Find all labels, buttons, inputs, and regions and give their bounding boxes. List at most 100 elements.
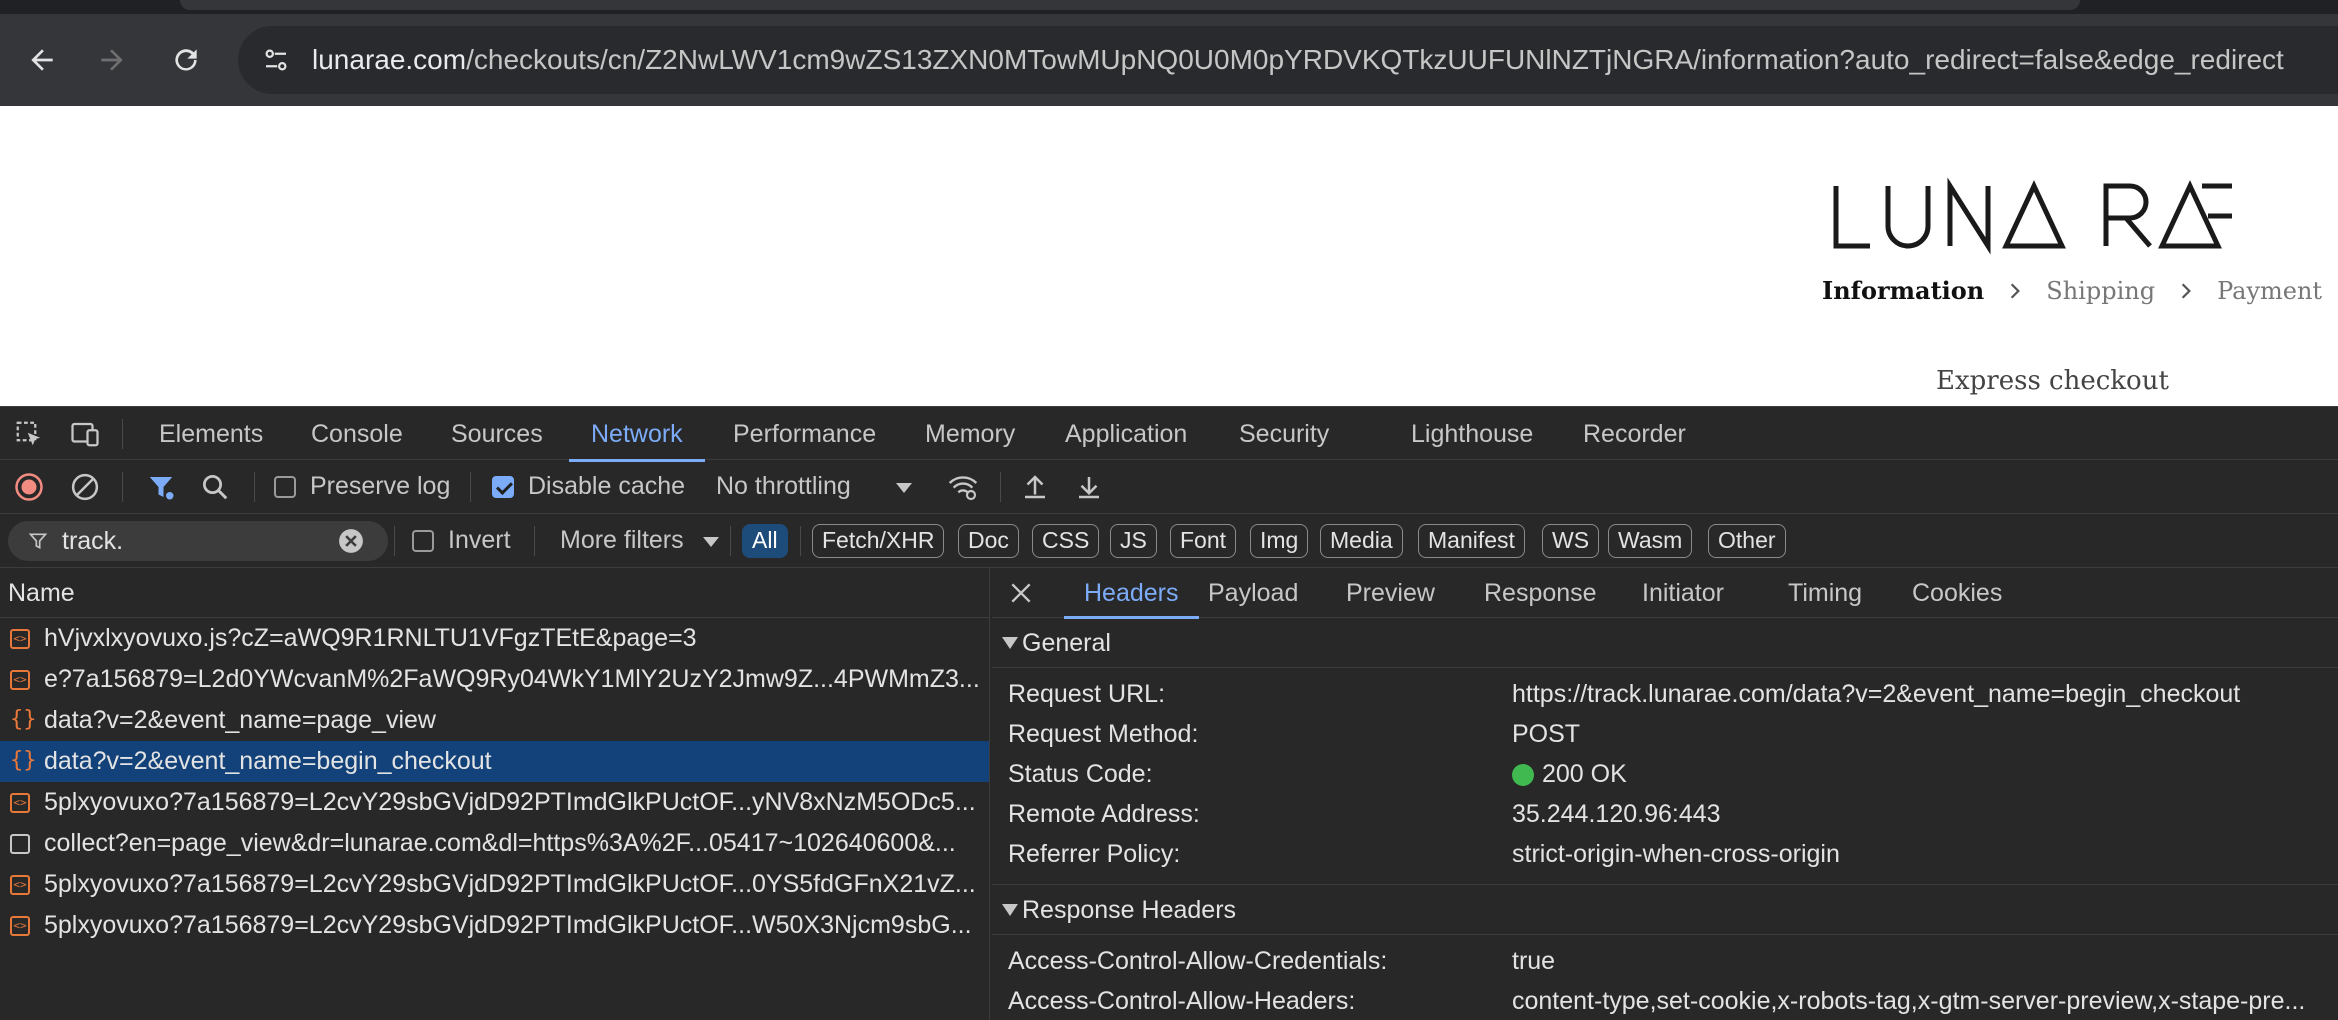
script-icon: <> bbox=[10, 670, 30, 690]
address-bar[interactable]: lunarae.com/checkouts/cn/Z2NwLWV1cm9wZS1… bbox=[238, 26, 2338, 94]
request-row-selected[interactable]: {} data?v=2&event_name=begin_checkout bbox=[0, 741, 989, 782]
tab-cookies[interactable]: Cookies bbox=[1892, 568, 2022, 618]
type-filter-css[interactable]: CSS bbox=[1032, 524, 1100, 558]
forward-arrow-icon bbox=[101, 49, 123, 71]
request-row[interactable]: <> 5plxyovuxo?7a156879=L2cvY29sbGVjdD92PT… bbox=[0, 864, 989, 905]
tab-initiator[interactable]: Initiator bbox=[1622, 568, 1744, 618]
type-filter-other[interactable]: Other bbox=[1708, 524, 1786, 558]
divider bbox=[254, 472, 255, 502]
request-row[interactable]: <> 5plxyovuxo?7a156879=L2cvY29sbGVjdD92PT… bbox=[0, 905, 989, 946]
throttling-select[interactable]: No throttling bbox=[716, 472, 851, 501]
step-payment[interactable]: Payment bbox=[2217, 277, 2322, 305]
export-har-icon[interactable] bbox=[1072, 470, 1106, 504]
column-header-name[interactable]: Name bbox=[0, 568, 989, 618]
type-filter-font[interactable]: Font bbox=[1170, 524, 1237, 558]
back-button[interactable] bbox=[16, 34, 68, 86]
tab-performance[interactable]: Performance bbox=[711, 407, 898, 461]
general-section-header[interactable]: General bbox=[992, 618, 2338, 668]
more-filters-button[interactable]: More filters bbox=[560, 526, 684, 555]
divider bbox=[1000, 472, 1001, 502]
preserve-log-label: Preserve log bbox=[310, 472, 451, 500]
tab-lighthouse[interactable]: Lighthouse bbox=[1389, 407, 1555, 461]
type-filter-all[interactable]: All bbox=[742, 524, 788, 558]
tab-memory[interactable]: Memory bbox=[903, 407, 1037, 461]
script-icon: <> bbox=[10, 875, 30, 895]
clear-log-icon[interactable] bbox=[68, 470, 102, 504]
invert-label: Invert bbox=[448, 526, 511, 554]
type-filter-wasm[interactable]: Wasm bbox=[1608, 524, 1693, 558]
step-information[interactable]: Information bbox=[1822, 276, 1984, 305]
disable-cache-checkbox[interactable] bbox=[492, 476, 514, 498]
divider bbox=[800, 526, 801, 556]
reload-button[interactable] bbox=[160, 34, 212, 86]
divider bbox=[730, 526, 731, 556]
request-row[interactable]: <> e?7a156879=L2d0YWcvanM%2FaWQ9Ry04WkY1M… bbox=[0, 659, 989, 700]
forward-button[interactable] bbox=[86, 34, 138, 86]
request-row[interactable]: collect?en=page_view&dr=lunarae.com&dl=h… bbox=[0, 823, 989, 864]
browser-toolbar: lunarae.com/checkouts/cn/Z2NwLWV1cm9wZS1… bbox=[0, 14, 2338, 106]
tab-headers[interactable]: Headers bbox=[1064, 568, 1199, 619]
brand-logo bbox=[1833, 177, 2232, 255]
tab-elements[interactable]: Elements bbox=[137, 407, 285, 461]
back-arrow-icon bbox=[31, 49, 53, 71]
url-path: /checkouts/cn/Z2NwLWV1cm9wZS13ZXN0MTowMU… bbox=[466, 44, 2284, 75]
status-success-icon bbox=[1512, 764, 1534, 786]
divider bbox=[394, 526, 395, 556]
clear-filter-icon[interactable] bbox=[338, 528, 364, 554]
step-shipping[interactable]: Shipping bbox=[2046, 277, 2155, 305]
network-conditions-icon[interactable] bbox=[946, 470, 980, 504]
tab-application[interactable]: Application bbox=[1043, 407, 1209, 461]
tab-timing[interactable]: Timing bbox=[1768, 568, 1882, 618]
tab-recorder[interactable]: Recorder bbox=[1561, 407, 1708, 461]
invert-checkbox[interactable] bbox=[412, 530, 434, 552]
devtools-panel: Elements Console Sources Network Perform… bbox=[0, 406, 2338, 1020]
header-row: Status Code: 200 OK bbox=[1008, 760, 1627, 788]
request-details: Headers Payload Preview Response Initiat… bbox=[992, 568, 2338, 1020]
close-icon[interactable] bbox=[1004, 576, 1038, 610]
type-filter-doc[interactable]: Doc bbox=[958, 524, 1019, 558]
filter-funnel-icon bbox=[28, 533, 48, 550]
type-filter-fetch-xhr[interactable]: Fetch/XHR bbox=[812, 524, 945, 558]
type-filter-media[interactable]: Media bbox=[1320, 524, 1403, 558]
search-icon[interactable] bbox=[198, 470, 232, 504]
tab-console[interactable]: Console bbox=[289, 407, 425, 461]
type-filter-img[interactable]: Img bbox=[1250, 524, 1309, 558]
checkout-breadcrumb: Information Shipping Payment bbox=[1822, 276, 2322, 305]
script-icon: <> bbox=[10, 793, 30, 813]
fetch-icon: {} bbox=[10, 748, 37, 773]
active-tab-edge bbox=[180, 0, 2080, 10]
type-filter-ws[interactable]: WS bbox=[1542, 524, 1600, 558]
tab-preview[interactable]: Preview bbox=[1326, 568, 1455, 618]
request-row[interactable]: <> hVjvxlxyovuxo.js?cZ=aWQ9R1RNLTU1VFgzTE… bbox=[0, 618, 989, 659]
response-headers-section: Access-Control-Allow-Credentials: true Ac… bbox=[992, 935, 2338, 1020]
request-list: Name <> hVjvxlxyovuxo.js?cZ=aWQ9R1RNLTU1V… bbox=[0, 568, 990, 1020]
header-row: Request Method: POST bbox=[1008, 720, 1581, 748]
page-viewport: Information Shipping Payment Express che… bbox=[0, 106, 2338, 406]
response-headers-section-header[interactable]: Response Headers bbox=[992, 885, 2338, 935]
divider bbox=[534, 526, 535, 556]
filter-icon[interactable] bbox=[144, 470, 178, 504]
site-settings-icon[interactable] bbox=[258, 42, 294, 78]
tab-security[interactable]: Security bbox=[1217, 407, 1351, 461]
type-filter-js[interactable]: JS bbox=[1110, 524, 1157, 558]
tab-network[interactable]: Network bbox=[569, 407, 705, 462]
details-tab-bar: Headers Payload Preview Response Initiat… bbox=[992, 568, 2338, 619]
request-row[interactable]: <> 5plxyovuxo?7a156879=L2cvY29sbGVjdD92PT… bbox=[0, 782, 989, 823]
divider bbox=[470, 472, 471, 502]
record-stop-icon[interactable] bbox=[12, 470, 46, 504]
divider bbox=[122, 472, 123, 502]
type-filter-manifest[interactable]: Manifest bbox=[1418, 524, 1525, 558]
header-row: Access-Control-Allow-Credentials: true bbox=[1008, 947, 1556, 975]
inspect-element-icon[interactable] bbox=[12, 417, 46, 451]
tab-sources[interactable]: Sources bbox=[429, 407, 565, 461]
express-checkout-heading: Express checkout bbox=[1936, 366, 2169, 396]
chevron-right-icon bbox=[2011, 282, 2021, 299]
import-har-icon[interactable] bbox=[1018, 470, 1052, 504]
filter-input[interactable]: track. bbox=[8, 521, 388, 561]
preserve-log-checkbox[interactable] bbox=[274, 476, 296, 498]
tab-response[interactable]: Response bbox=[1464, 568, 1617, 618]
tab-payload[interactable]: Payload bbox=[1188, 568, 1318, 618]
filter-value: track. bbox=[62, 527, 124, 555]
request-row[interactable]: {} data?v=2&event_name=page_view bbox=[0, 700, 989, 741]
device-toolbar-icon[interactable] bbox=[68, 417, 102, 451]
